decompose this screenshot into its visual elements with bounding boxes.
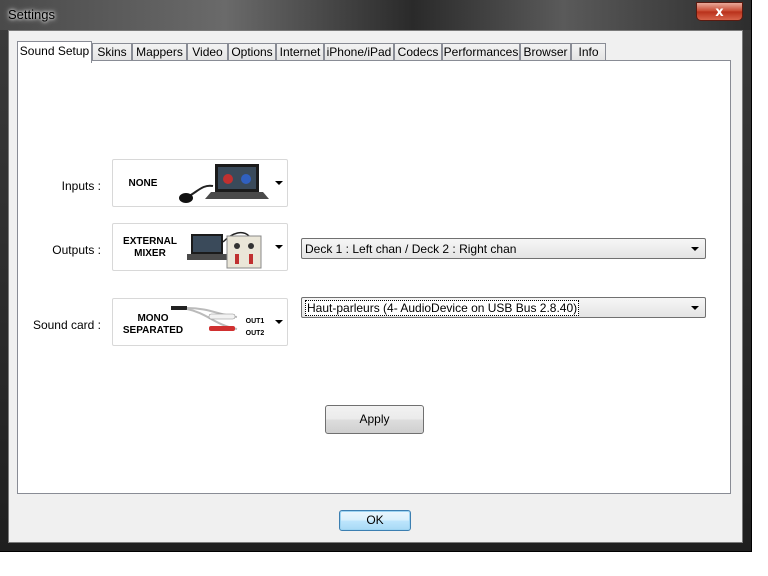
- tab-skins[interactable]: Skins: [92, 43, 132, 61]
- tab-sound-setup[interactable]: Sound Setup: [17, 41, 92, 63]
- tab-options[interactable]: Options: [228, 43, 276, 61]
- soundcard-device-value: Haut-parleurs (4- AudioDevice on USB Bus…: [305, 300, 580, 316]
- settings-window: Settings x Sound Setup Skins Mappers Vid…: [0, 0, 751, 551]
- chevron-down-icon: [275, 245, 283, 249]
- soundcard-label: Sound card :: [32, 318, 101, 332]
- outputs-selector-text-1: EXTERNAL: [123, 236, 177, 247]
- apply-button[interactable]: Apply: [325, 405, 424, 434]
- sound-setup-panel: Inputs : NONE Outputs : EXTERNAL MIXER D…: [17, 60, 731, 494]
- tab-mappers[interactable]: Mappers: [132, 43, 187, 61]
- rca-cable-icon: [171, 306, 238, 331]
- close-icon: x: [715, 5, 724, 20]
- tab-iphone-ipad[interactable]: iPhone/iPad: [324, 43, 394, 61]
- outputs-selector-text-2: MIXER: [134, 248, 166, 259]
- tab-video[interactable]: Video: [187, 43, 228, 61]
- chevron-down-icon: [275, 320, 283, 324]
- window-title: Settings: [8, 7, 55, 22]
- inputs-selector[interactable]: NONE: [112, 159, 288, 207]
- chevron-down-icon: [691, 306, 699, 310]
- tab-performances[interactable]: Performances: [442, 43, 520, 61]
- outputs-routing-value: Deck 1 : Left chan / Deck 2 : Right chan: [305, 242, 517, 256]
- laptop-headphones-icon: [179, 164, 269, 203]
- chevron-down-icon: [275, 181, 283, 185]
- outputs-label: Outputs :: [52, 243, 101, 257]
- settings-client-area: Sound Setup Skins Mappers Video Options …: [8, 30, 743, 543]
- inputs-selector-text: NONE: [128, 178, 158, 189]
- out1-label: OUT1: [245, 318, 265, 325]
- tab-info[interactable]: Info: [571, 43, 606, 61]
- outputs-selector[interactable]: EXTERNAL MIXER: [112, 223, 288, 271]
- tab-internet[interactable]: Internet: [276, 43, 324, 61]
- ok-button[interactable]: OK: [339, 510, 411, 531]
- soundcard-device-dropdown[interactable]: Haut-parleurs (4- AudioDevice on USB Bus…: [301, 297, 706, 318]
- close-button[interactable]: x: [696, 2, 743, 21]
- title-bar[interactable]: Settings x: [0, 0, 751, 30]
- inputs-label: Inputs :: [61, 179, 101, 193]
- laptop-mixer-icon: [187, 231, 262, 269]
- tab-codecs[interactable]: Codecs: [394, 43, 442, 61]
- chevron-down-icon: [691, 247, 699, 251]
- tab-browser[interactable]: Browser: [520, 43, 571, 61]
- out2-label: OUT2: [245, 330, 265, 337]
- soundcard-selector[interactable]: MONO SEPARATED OUT1 OUT2: [112, 298, 288, 346]
- outputs-routing-dropdown[interactable]: Deck 1 : Left chan / Deck 2 : Right chan: [301, 238, 706, 259]
